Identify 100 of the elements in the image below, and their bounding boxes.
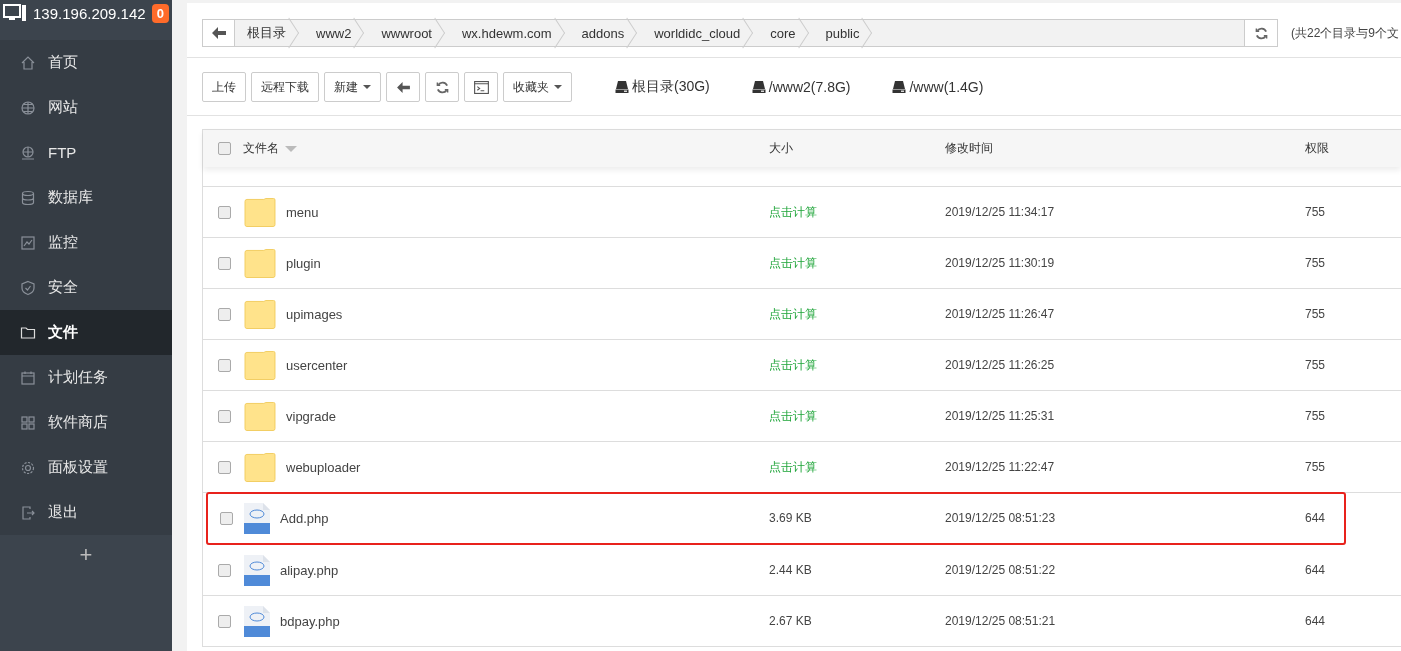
- add-button[interactable]: +: [75, 543, 97, 567]
- permission: 644: [1305, 511, 1326, 525]
- disk-link[interactable]: /www2(7.8G): [751, 78, 851, 96]
- modified-time: 2019/12/25 11:26:47: [945, 307, 1055, 321]
- modified-time: 2019/12/25 08:51:23: [945, 511, 1056, 525]
- row-checkbox[interactable]: [218, 409, 231, 423]
- permission: 755: [1305, 358, 1326, 372]
- column-header[interactable]: 文件名: [243, 140, 279, 157]
- file-name[interactable]: plugin: [286, 255, 321, 271]
- sidebar-item[interactable]: 软件商店: [0, 400, 172, 445]
- sidebar-item[interactable]: 计划任务: [0, 355, 172, 400]
- permission: 755: [1305, 460, 1326, 474]
- breadcrumb-item[interactable]: 根目录: [235, 20, 304, 46]
- column-header[interactable]: 权限: [1305, 141, 1329, 155]
- modified-time: 2019/12/25 11:25:31: [945, 409, 1055, 423]
- file-name[interactable]: usercenter: [286, 357, 348, 373]
- folder-icon: [244, 452, 276, 482]
- permission: 644: [1305, 614, 1326, 628]
- monitor-icon: [20, 234, 36, 251]
- folder-icon: [20, 324, 36, 341]
- shield-icon: [20, 279, 36, 296]
- computer-icon: [3, 4, 27, 22]
- folder-icon: [244, 401, 276, 431]
- server-address: 139.196.209.142: [33, 4, 146, 22]
- select-all-checkbox[interactable]: [218, 142, 231, 155]
- breadcrumb-item[interactable]: www2: [304, 20, 370, 46]
- modified-time: 2019/12/25 11:22:47: [945, 460, 1055, 474]
- sidebar-item[interactable]: 面板设置: [0, 445, 172, 490]
- file-size: 3.69 KB: [769, 511, 812, 525]
- toolbar-button[interactable]: 上传: [202, 72, 246, 102]
- row-checkbox[interactable]: [218, 614, 231, 628]
- sidebar-item[interactable]: 文件: [0, 310, 172, 355]
- modified-time: 2019/12/25 08:51:22: [945, 563, 1056, 577]
- sidebar-item[interactable]: 网站: [0, 85, 172, 130]
- folder-icon: [244, 197, 276, 227]
- modified-time: 2019/12/25 08:51:21: [945, 614, 1056, 628]
- sidebar-item[interactable]: 退出: [0, 490, 172, 535]
- modified-time: 2019/12/25 11:26:25: [945, 358, 1055, 372]
- permission: 755: [1305, 409, 1326, 423]
- home-icon: [20, 54, 36, 71]
- file-name[interactable]: alipay.php: [280, 562, 339, 578]
- logout-icon: [20, 504, 36, 521]
- refresh-icon: [435, 80, 449, 94]
- row-checkbox[interactable]: [218, 256, 231, 270]
- modified-time: 2019/12/25 11:30:19: [945, 256, 1055, 270]
- breadcrumb-item[interactable]: core: [758, 20, 814, 46]
- gear-icon: [20, 459, 36, 476]
- breadcrumb-item[interactable]: addons: [569, 20, 643, 46]
- file-name[interactable]: vipgrade: [286, 408, 336, 424]
- file-name[interactable]: bdpay.php: [280, 613, 340, 629]
- sort-caret-icon: [285, 145, 297, 152]
- refresh-button[interactable]: [425, 72, 459, 102]
- calendar-icon: [20, 369, 36, 386]
- hard-drive-icon: [751, 81, 766, 93]
- breadcrumb-item[interactable]: wx.hdewm.com: [450, 20, 570, 46]
- row-checkbox[interactable]: [218, 205, 231, 219]
- breadcrumb-item[interactable]: worldidc_cloud: [642, 20, 759, 46]
- sidebar-item[interactable]: 安全: [0, 265, 172, 310]
- folder-icon: [244, 350, 276, 380]
- file-name[interactable]: Add.php: [280, 510, 329, 526]
- row-checkbox[interactable]: [218, 460, 231, 474]
- php-file-icon: [244, 554, 270, 586]
- breadcrumb-item[interactable]: public: [813, 20, 878, 46]
- arrow-left-icon: [396, 81, 410, 93]
- refresh-button[interactable]: [1244, 20, 1277, 46]
- toolbar-button[interactable]: 远程下载: [251, 72, 319, 102]
- back-button[interactable]: [386, 72, 420, 102]
- file-name[interactable]: webuploader: [286, 459, 361, 475]
- php-file-icon: [244, 502, 270, 534]
- modified-time: 2019/12/25 11:34:17: [945, 205, 1055, 219]
- terminal-icon: [473, 80, 489, 94]
- row-checkbox[interactable]: [219, 511, 233, 525]
- row-checkbox[interactable]: [218, 358, 231, 372]
- file-name[interactable]: upimages: [286, 306, 343, 322]
- permission: 755: [1305, 307, 1326, 321]
- dropdown-button[interactable]: 新建: [324, 72, 381, 102]
- back-button[interactable]: [203, 20, 235, 46]
- refresh-icon: [1254, 26, 1268, 40]
- ftp-icon: [20, 144, 36, 161]
- sidebar-item[interactable]: 首页: [0, 40, 172, 85]
- column-header[interactable]: 大小: [769, 141, 793, 155]
- disk-link[interactable]: 根目录(30G): [615, 78, 710, 96]
- row-checkbox[interactable]: [218, 563, 231, 577]
- hard-drive-icon: [892, 81, 907, 93]
- file-name[interactable]: menu: [286, 204, 319, 220]
- globe-icon: [20, 99, 36, 116]
- breadcrumb-item[interactable]: wwwroot: [369, 20, 450, 46]
- permission: 755: [1305, 205, 1326, 219]
- column-header[interactable]: 修改时间: [945, 141, 993, 155]
- sidebar-item[interactable]: 数据库: [0, 175, 172, 220]
- database-icon: [20, 189, 36, 206]
- file-size: 2.67 KB: [769, 614, 812, 628]
- dropdown-button[interactable]: 收藏夹: [503, 72, 572, 102]
- terminal-button[interactable]: [464, 72, 498, 102]
- row-checkbox[interactable]: [218, 307, 231, 321]
- disk-link[interactable]: /www(1.4G): [892, 78, 984, 96]
- sidebar-item[interactable]: 监控: [0, 220, 172, 265]
- sidebar-item[interactable]: FTP: [0, 130, 172, 175]
- file-size: 2.44 KB: [769, 563, 812, 577]
- permission: 644: [1305, 563, 1326, 577]
